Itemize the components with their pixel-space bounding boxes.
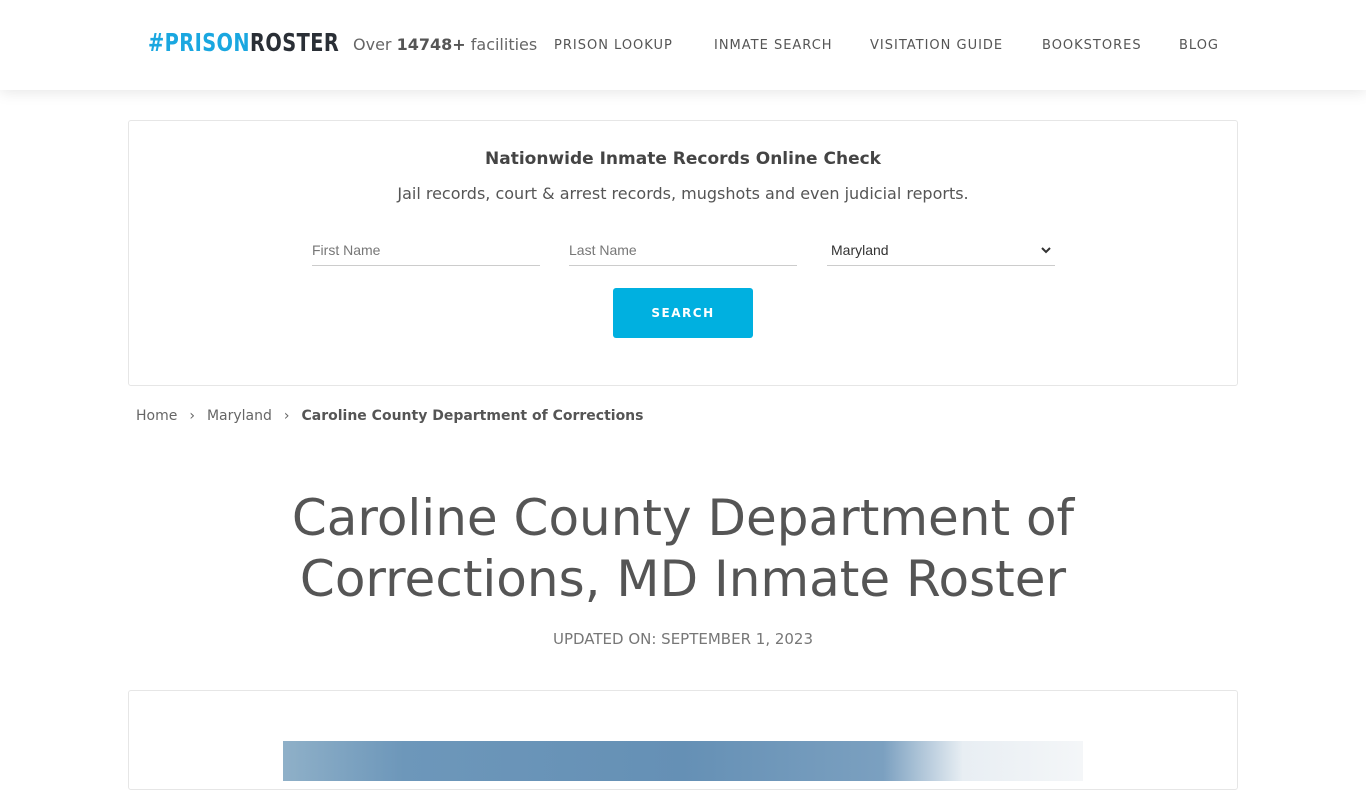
nav-bookstores[interactable]: BOOKSTORES	[1042, 38, 1142, 53]
logo-hash-part: #PRISON	[148, 28, 251, 57]
site-logo[interactable]: #PRISONROSTER	[148, 28, 339, 57]
breadcrumb: Home › Maryland › Caroline County Depart…	[136, 408, 643, 424]
breadcrumb-home[interactable]: Home	[136, 408, 177, 424]
updated-date: UPDATED ON: SEPTEMBER 1, 2023	[552, 630, 814, 648]
logo-rest-part: ROSTER	[250, 28, 340, 57]
chevron-right-icon: ›	[283, 408, 290, 424]
nav-blog[interactable]: BLOG	[1179, 38, 1219, 53]
nav-prison-lookup[interactable]: PRISON LOOKUP	[554, 38, 673, 53]
search-card: Nationwide Inmate Records Online Check J…	[128, 120, 1238, 386]
facility-photo	[283, 741, 1083, 781]
nav-inmate-search[interactable]: INMATE SEARCH	[714, 38, 833, 53]
facilities-count-text: Over 14748+ facilities	[353, 35, 537, 54]
facilities-suffix: facilities	[470, 35, 538, 54]
site-header: #PRISONROSTER Over 14748+ facilities PRI…	[0, 0, 1366, 90]
page-title-line2: Corrections, MD Inmate Roster	[299, 550, 1067, 608]
page-title-line1: Caroline County Department of	[291, 489, 1075, 547]
search-card-subtitle: Jail records, court & arrest records, mu…	[397, 184, 969, 203]
search-card-title: Nationwide Inmate Records Online Check	[485, 149, 881, 169]
breadcrumb-current: Caroline County Department of Correction…	[301, 408, 644, 424]
chevron-right-icon: ›	[189, 408, 195, 424]
breadcrumb-maryland[interactable]: Maryland	[207, 408, 272, 424]
last-name-input[interactable]	[569, 234, 797, 266]
first-name-input[interactable]	[312, 234, 540, 266]
facilities-prefix: Over	[353, 35, 392, 54]
nav-visitation-guide[interactable]: VISITATION GUIDE	[870, 38, 1003, 53]
state-select[interactable]: Maryland	[827, 234, 1055, 266]
facilities-count: 14748+	[396, 35, 466, 54]
search-button[interactable]: SEARCH	[613, 288, 753, 338]
page-title: Caroline County Department of Corrections…	[0, 488, 1366, 610]
state-select-value: Maryland	[831, 241, 889, 258]
chevron-down-icon	[1041, 246, 1051, 253]
